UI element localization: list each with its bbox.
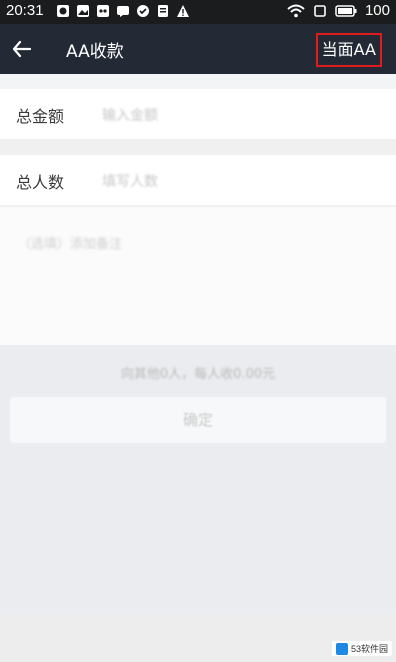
wifi-icon	[287, 4, 305, 17]
system-status: 100	[287, 2, 390, 19]
aa-form: 总金额 总人数 向其他0人，每人收0.00元 确定 53软件园	[0, 74, 396, 662]
confirm-button[interactable]: 确定	[10, 397, 386, 443]
face-to-face-aa-button[interactable]: 当面AA	[315, 33, 382, 67]
section-spacer	[0, 74, 396, 89]
clock: 20:31	[6, 2, 44, 19]
battery-level: 100	[364, 2, 390, 19]
total-people-input[interactable]	[100, 168, 364, 196]
watermark-text: 53软件园	[350, 644, 388, 654]
arrow-left-icon[interactable]	[10, 37, 34, 61]
page-title: AA收款	[66, 42, 124, 62]
storage-icon	[158, 5, 168, 17]
screen-rotation-icon	[314, 4, 326, 17]
warning-icon	[177, 5, 189, 17]
watermark-logo-icon	[335, 642, 348, 655]
watermark: 53软件园	[331, 641, 392, 656]
top-navigation-bar: AA收款 当面AA	[0, 24, 396, 74]
total-amount-label: 总金额	[16, 107, 65, 126]
note-input[interactable]	[16, 231, 380, 275]
total-people-label: 总人数	[16, 173, 65, 192]
check-icon	[137, 5, 149, 17]
total-amount-row: 总金额	[0, 89, 396, 139]
note-section	[0, 207, 396, 345]
battery-icon	[335, 4, 357, 17]
alarm-icon	[57, 5, 69, 17]
notification-icons	[56, 4, 190, 18]
total-people-row: 总人数	[0, 155, 396, 205]
message-icon	[117, 6, 129, 17]
summary-text: 向其他0人，每人收0.00元	[120, 367, 276, 382]
status-bar: 20:31 100	[0, 0, 396, 24]
game-icon	[97, 5, 109, 17]
total-amount-input[interactable]	[100, 102, 364, 130]
photo-icon	[77, 5, 89, 17]
